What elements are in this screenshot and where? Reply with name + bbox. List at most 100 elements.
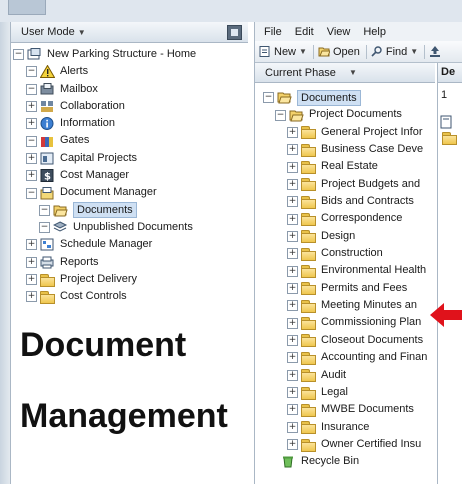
nav-tree-item[interactable]: − Document Manager xyxy=(11,184,251,201)
expand-icon[interactable]: + xyxy=(287,213,298,225)
document-tree-item[interactable]: + Permits and Fees xyxy=(263,280,437,297)
expand-icon[interactable]: + xyxy=(287,126,298,138)
collapse-icon[interactable]: − xyxy=(39,222,50,234)
document-tree-item[interactable]: + Correspondence xyxy=(263,210,437,227)
folder-icon xyxy=(40,273,55,287)
nav-tree-item[interactable]: − Documents xyxy=(11,202,251,219)
nav-tree-item[interactable]: − Unpublished Documents xyxy=(11,219,251,236)
expand-icon[interactable]: + xyxy=(287,352,298,364)
folder-icon xyxy=(301,299,316,313)
nav-tree-item[interactable]: + Reports xyxy=(11,254,251,271)
user-mode-header[interactable]: User Mode ▼ xyxy=(11,22,248,43)
expand-icon[interactable]: + xyxy=(287,248,298,260)
collapse-icon[interactable]: − xyxy=(26,66,37,78)
document-tree-item[interactable]: + Design xyxy=(263,228,437,245)
nav-tree-item[interactable]: + Cost Controls xyxy=(11,288,251,305)
pin-panel-icon[interactable] xyxy=(227,25,242,40)
nav-tree-item[interactable]: + Capital Projects xyxy=(11,150,251,167)
document-tree-item[interactable]: Recycle Bin xyxy=(263,453,437,470)
expand-icon[interactable]: + xyxy=(26,101,37,113)
expand-icon[interactable]: + xyxy=(287,265,298,277)
expand-icon[interactable]: + xyxy=(287,369,298,381)
nav-tree-item[interactable]: − Gates xyxy=(11,132,251,149)
expand-icon[interactable]: + xyxy=(287,178,298,190)
chevron-down-icon[interactable]: ▼ xyxy=(410,47,418,56)
menu-edit[interactable]: Edit xyxy=(295,26,314,38)
expand-icon[interactable]: + xyxy=(287,144,298,156)
document-tree: − Documents − Project Documents + General Pro… xyxy=(263,89,437,471)
expand-icon[interactable]: + xyxy=(287,230,298,242)
collapse-icon[interactable]: − xyxy=(39,204,50,216)
expand-icon[interactable]: + xyxy=(26,118,37,130)
nav-tree-item[interactable]: − Alerts xyxy=(11,63,251,80)
document-tree-label: MWBE Documents xyxy=(321,403,414,416)
nav-tree-item[interactable]: + Project Delivery xyxy=(11,271,251,288)
upload-button[interactable] xyxy=(429,46,446,57)
new-button[interactable]: New ▼ xyxy=(259,46,309,58)
folder-open-icon xyxy=(289,109,304,122)
window-tab[interactable] xyxy=(8,0,46,15)
menu-help[interactable]: Help xyxy=(363,26,386,38)
collapse-icon[interactable]: − xyxy=(26,135,37,147)
expand-icon[interactable]: + xyxy=(287,317,298,329)
collapse-icon[interactable]: − xyxy=(26,187,37,199)
document-tree-item[interactable]: − Documents xyxy=(263,89,437,106)
menu-file[interactable]: File xyxy=(264,26,282,38)
collapse-icon[interactable]: − xyxy=(263,92,274,104)
document-tree-item[interactable]: + Accounting and Finan xyxy=(263,349,437,366)
document-tree-item[interactable]: + Project Budgets and xyxy=(263,176,437,193)
chevron-down-icon[interactable]: ▼ xyxy=(78,28,86,37)
folder-icon xyxy=(301,317,316,331)
document-tree-label: Business Case Deve xyxy=(321,143,424,156)
open-button[interactable]: Open xyxy=(318,46,362,58)
document-tree-item[interactable]: + Bids and Contracts xyxy=(263,193,437,210)
document-tree-label: Recycle Bin xyxy=(301,455,360,468)
document-tree-item[interactable]: + Construction xyxy=(263,245,437,262)
collapse-icon[interactable]: − xyxy=(13,49,24,61)
expand-icon[interactable]: + xyxy=(26,170,37,182)
current-phase-header[interactable]: Current Phase ▼ xyxy=(255,63,435,83)
menu-view[interactable]: View xyxy=(327,26,351,38)
document-tree-item[interactable]: + General Project Infor xyxy=(263,124,437,141)
expand-icon[interactable]: + xyxy=(287,404,298,416)
nav-tree-item[interactable]: + Collaboration xyxy=(11,98,251,115)
expand-icon[interactable]: + xyxy=(287,421,298,433)
document-tree-item[interactable]: + Real Estate xyxy=(263,158,437,175)
nav-tree-item[interactable]: + Information xyxy=(11,115,251,132)
nav-tree-item[interactable]: + $ Cost Manager xyxy=(11,167,251,184)
find-button[interactable]: Find ▼ xyxy=(371,46,420,58)
document-tree-item[interactable]: + Environmental Health xyxy=(263,262,437,279)
collapse-icon[interactable]: − xyxy=(26,83,37,95)
document-tree-label: Project Budgets and xyxy=(321,177,421,190)
expand-icon[interactable]: + xyxy=(26,256,37,268)
expand-icon[interactable]: + xyxy=(287,161,298,173)
document-tree-item[interactable]: + Commissioning Plan xyxy=(263,314,437,331)
expand-icon[interactable]: + xyxy=(26,239,37,251)
document-tree-item[interactable]: − Project Documents xyxy=(263,106,437,123)
nav-tree-item[interactable]: − Mailbox xyxy=(11,81,251,98)
document-tree-item[interactable]: + MWBE Documents xyxy=(263,401,437,418)
details-column-header[interactable]: De xyxy=(438,63,462,83)
folder-icon xyxy=(301,265,316,279)
document-tree-item[interactable]: + Business Case Deve xyxy=(263,141,437,158)
expand-icon[interactable]: + xyxy=(26,291,37,303)
document-tree-item[interactable]: + Meeting Minutes an xyxy=(263,297,437,314)
document-tree-item[interactable]: + Owner Certified Insu xyxy=(263,436,437,453)
expand-icon[interactable]: + xyxy=(287,334,298,346)
collapse-icon[interactable]: − xyxy=(275,109,286,121)
expand-icon[interactable]: + xyxy=(26,274,37,285)
expand-icon[interactable]: + xyxy=(287,439,298,451)
document-tree-item[interactable]: + Legal xyxy=(263,384,437,401)
expand-icon[interactable]: + xyxy=(287,387,298,399)
nav-tree-item[interactable]: − New Parking Structure - Home xyxy=(11,46,251,63)
expand-icon[interactable]: + xyxy=(287,282,298,294)
document-tree-item[interactable]: + Closeout Documents xyxy=(263,332,437,349)
document-tree-item[interactable]: + Insurance xyxy=(263,419,437,436)
expand-icon[interactable]: + xyxy=(26,152,37,164)
expand-icon[interactable]: + xyxy=(287,300,298,312)
chevron-down-icon[interactable]: ▼ xyxy=(299,47,307,56)
document-tree-item[interactable]: + Audit xyxy=(263,367,437,384)
expand-icon[interactable]: + xyxy=(287,196,298,208)
chevron-down-icon[interactable]: ▼ xyxy=(339,68,357,77)
nav-tree-item[interactable]: + Schedule Manager xyxy=(11,236,251,253)
